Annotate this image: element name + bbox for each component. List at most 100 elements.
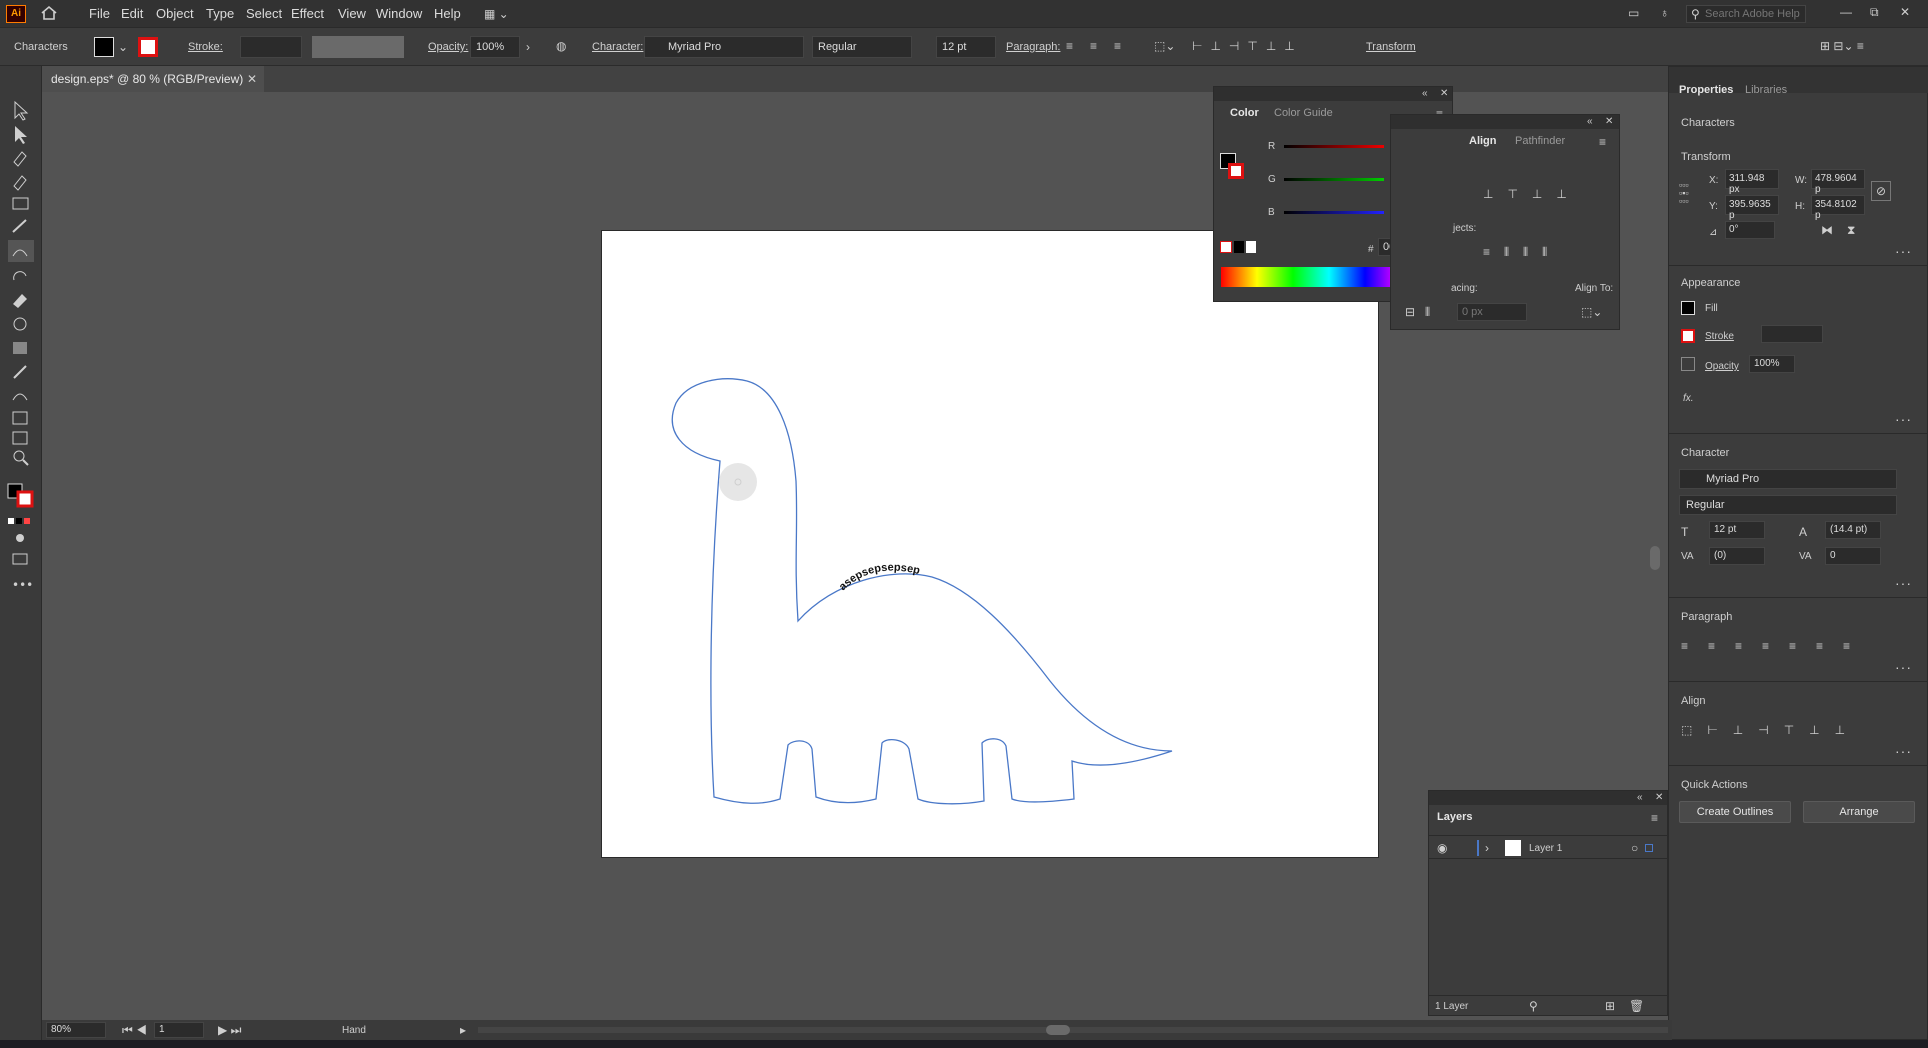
menu-select[interactable]: Select [246, 6, 282, 21]
dinosaur-artwork[interactable]: asepsepsepsepse [602, 231, 1380, 859]
y-field[interactable]: 395.9635 p [1725, 195, 1779, 221]
first-artboard-icon[interactable]: ⏮ ◀ [122, 1023, 147, 1037]
chevron-right-icon[interactable]: › [1485, 841, 1489, 855]
home-icon[interactable] [40, 5, 58, 24]
stroke-swatch[interactable] [138, 37, 158, 57]
eye-icon[interactable]: ◉ [1437, 841, 1447, 855]
font-family-field[interactable]: Myriad Pro [644, 36, 804, 58]
opacity-field[interactable]: 100% [1749, 355, 1795, 373]
panel-menu-icon[interactable]: ≡ [1651, 811, 1658, 825]
align-left-icon[interactable]: ≡ [1066, 39, 1073, 53]
create-outlines-button[interactable]: Create Outlines [1679, 801, 1791, 823]
tab-color[interactable]: Color [1230, 107, 1259, 119]
stroke-swatch[interactable] [1681, 329, 1695, 343]
collapse-icon[interactable]: « [1422, 87, 1428, 101]
delete-icon[interactable]: 🗑 [1629, 999, 1644, 1013]
minimize-icon[interactable]: — [1840, 5, 1852, 19]
align-right-icon[interactable]: ≡ [1114, 39, 1121, 53]
paragraph-align-icons[interactable]: ≡≡≡≡≡≡≡ [1681, 639, 1870, 653]
variable-width-dropdown[interactable] [312, 36, 404, 58]
constrain-proportions-icon[interactable]: ⊘ [1871, 181, 1892, 201]
more-options-icon[interactable]: ··· [1895, 575, 1912, 591]
font-size-field[interactable]: 12 pt [1709, 521, 1765, 539]
target-icon[interactable]: ○ [1631, 841, 1638, 855]
document-tab[interactable]: design.eps* @ 80 % (RGB/Preview) ✕ [42, 66, 264, 92]
menu-file[interactable]: File [89, 6, 110, 21]
arrange-documents-icon[interactable]: ⊞ ⊟⌄ ≡ [1820, 39, 1864, 53]
opacity-label[interactable]: Opacity [1705, 361, 1739, 372]
fill-swatch[interactable] [1681, 301, 1695, 315]
none-swatch[interactable] [1220, 241, 1232, 253]
fx-button[interactable]: fx. [1683, 393, 1694, 404]
align-center-icon[interactable]: ≡ [1090, 39, 1097, 53]
align-to-icon[interactable]: ⬚⌄ [1154, 39, 1175, 53]
artboard-number-field[interactable]: 1 [154, 1022, 204, 1038]
flip-horizontal-icon[interactable]: ⧓ [1821, 223, 1833, 237]
new-layer-icon[interactable]: ⊞ [1605, 999, 1615, 1013]
menu-view[interactable]: View [338, 6, 366, 21]
chevron-down-icon[interactable]: ⌄ [118, 40, 128, 54]
spacing-field[interactable]: 0 px [1457, 303, 1527, 321]
collapse-icon[interactable]: « [1587, 115, 1593, 129]
w-field[interactable]: 478.9604 p [1811, 169, 1865, 195]
stroke-label[interactable]: Stroke [1705, 331, 1734, 342]
layer-row[interactable]: ◉ › Layer 1 ○ [1429, 835, 1667, 859]
panel-toggle-icon[interactable]: ▭ [1628, 6, 1639, 20]
menu-effect[interactable]: Effect [291, 6, 324, 21]
menu-edit[interactable]: Edit [121, 6, 143, 21]
transform-link[interactable]: Transform [1366, 41, 1416, 53]
more-options-icon[interactable]: ··· [1895, 743, 1912, 759]
flip-vertical-icon[interactable]: ⧗ [1847, 223, 1855, 237]
align-objects-icons[interactable]: ⊢⊥⊣⊤⊥⊥ [1192, 39, 1303, 53]
menu-window[interactable]: Window [376, 6, 422, 21]
tracking-field[interactable]: 0 [1825, 547, 1881, 565]
layer-name[interactable]: Layer 1 [1529, 843, 1562, 854]
opacity-field[interactable]: 100% [470, 36, 520, 58]
restore-icon[interactable]: ⧉ [1870, 5, 1879, 19]
font-style-field[interactable]: Regular [1679, 495, 1897, 515]
kerning-field[interactable]: (0) [1709, 547, 1765, 565]
close-icon[interactable]: ✕ [1605, 115, 1613, 129]
align-objects-icons[interactable]: ⊥⊤⊥⊥ [1483, 187, 1581, 201]
tab-pathfinder[interactable]: Pathfinder [1515, 135, 1565, 147]
search-help[interactable]: ⚲ [1686, 5, 1806, 23]
menu-type[interactable]: Type [206, 6, 234, 21]
angle-field[interactable]: 0° [1725, 221, 1775, 239]
stroke-swatch[interactable] [1228, 163, 1244, 179]
chevron-right-icon[interactable]: ▸ [460, 1023, 466, 1037]
tab-align[interactable]: Align [1469, 135, 1497, 147]
red-slider[interactable] [1284, 145, 1384, 148]
collapse-icon[interactable]: « [1637, 791, 1643, 805]
lightbulb-icon[interactable]: ♁ [1660, 6, 1669, 20]
close-icon[interactable]: ✕ [1900, 5, 1910, 19]
recolor-icon[interactable]: ◍ [556, 39, 566, 53]
tab-libraries[interactable]: Libraries [1745, 84, 1787, 96]
distribute-objects-icons[interactable]: ≡⫴⫴⫴ [1483, 245, 1561, 259]
next-artboard-icon[interactable]: ▶ ⏭ [218, 1023, 241, 1037]
more-options-icon[interactable]: ··· [1895, 659, 1912, 675]
horizontal-scrollbar[interactable] [478, 1027, 1668, 1033]
font-size-field[interactable]: 12 pt [936, 36, 996, 58]
locate-object-icon[interactable]: ⚲ [1529, 999, 1538, 1013]
workspace-switcher-icon[interactable]: ▦ ⌄ [484, 7, 509, 21]
search-input[interactable] [1705, 7, 1803, 21]
more-options-icon[interactable]: ··· [1895, 243, 1912, 259]
font-family-field[interactable]: Myriad Pro [1679, 469, 1897, 489]
panel-menu-icon[interactable]: ≡ [1599, 135, 1606, 149]
chevron-right-icon[interactable]: › [526, 40, 530, 54]
white-swatch[interactable] [1246, 241, 1256, 253]
menu-help[interactable]: Help [434, 6, 461, 21]
green-slider[interactable] [1284, 178, 1384, 181]
h-field[interactable]: 354.8102 p [1811, 195, 1865, 221]
zoom-field[interactable]: 80% [46, 1022, 106, 1038]
stroke-weight-field[interactable] [240, 36, 302, 58]
tab-layers[interactable]: Layers [1437, 811, 1472, 823]
leading-field[interactable]: (14.4 pt) [1825, 521, 1881, 539]
selection-indicator[interactable] [1645, 844, 1653, 852]
blue-slider[interactable] [1284, 211, 1384, 214]
align-icons[interactable]: ⬚⊢⊥⊣⊤⊥⊥ [1681, 723, 1860, 737]
close-icon[interactable]: ✕ [1655, 791, 1663, 805]
arrange-button[interactable]: Arrange [1803, 801, 1915, 823]
fill-swatch[interactable] [94, 37, 114, 57]
black-swatch[interactable] [1234, 241, 1244, 253]
